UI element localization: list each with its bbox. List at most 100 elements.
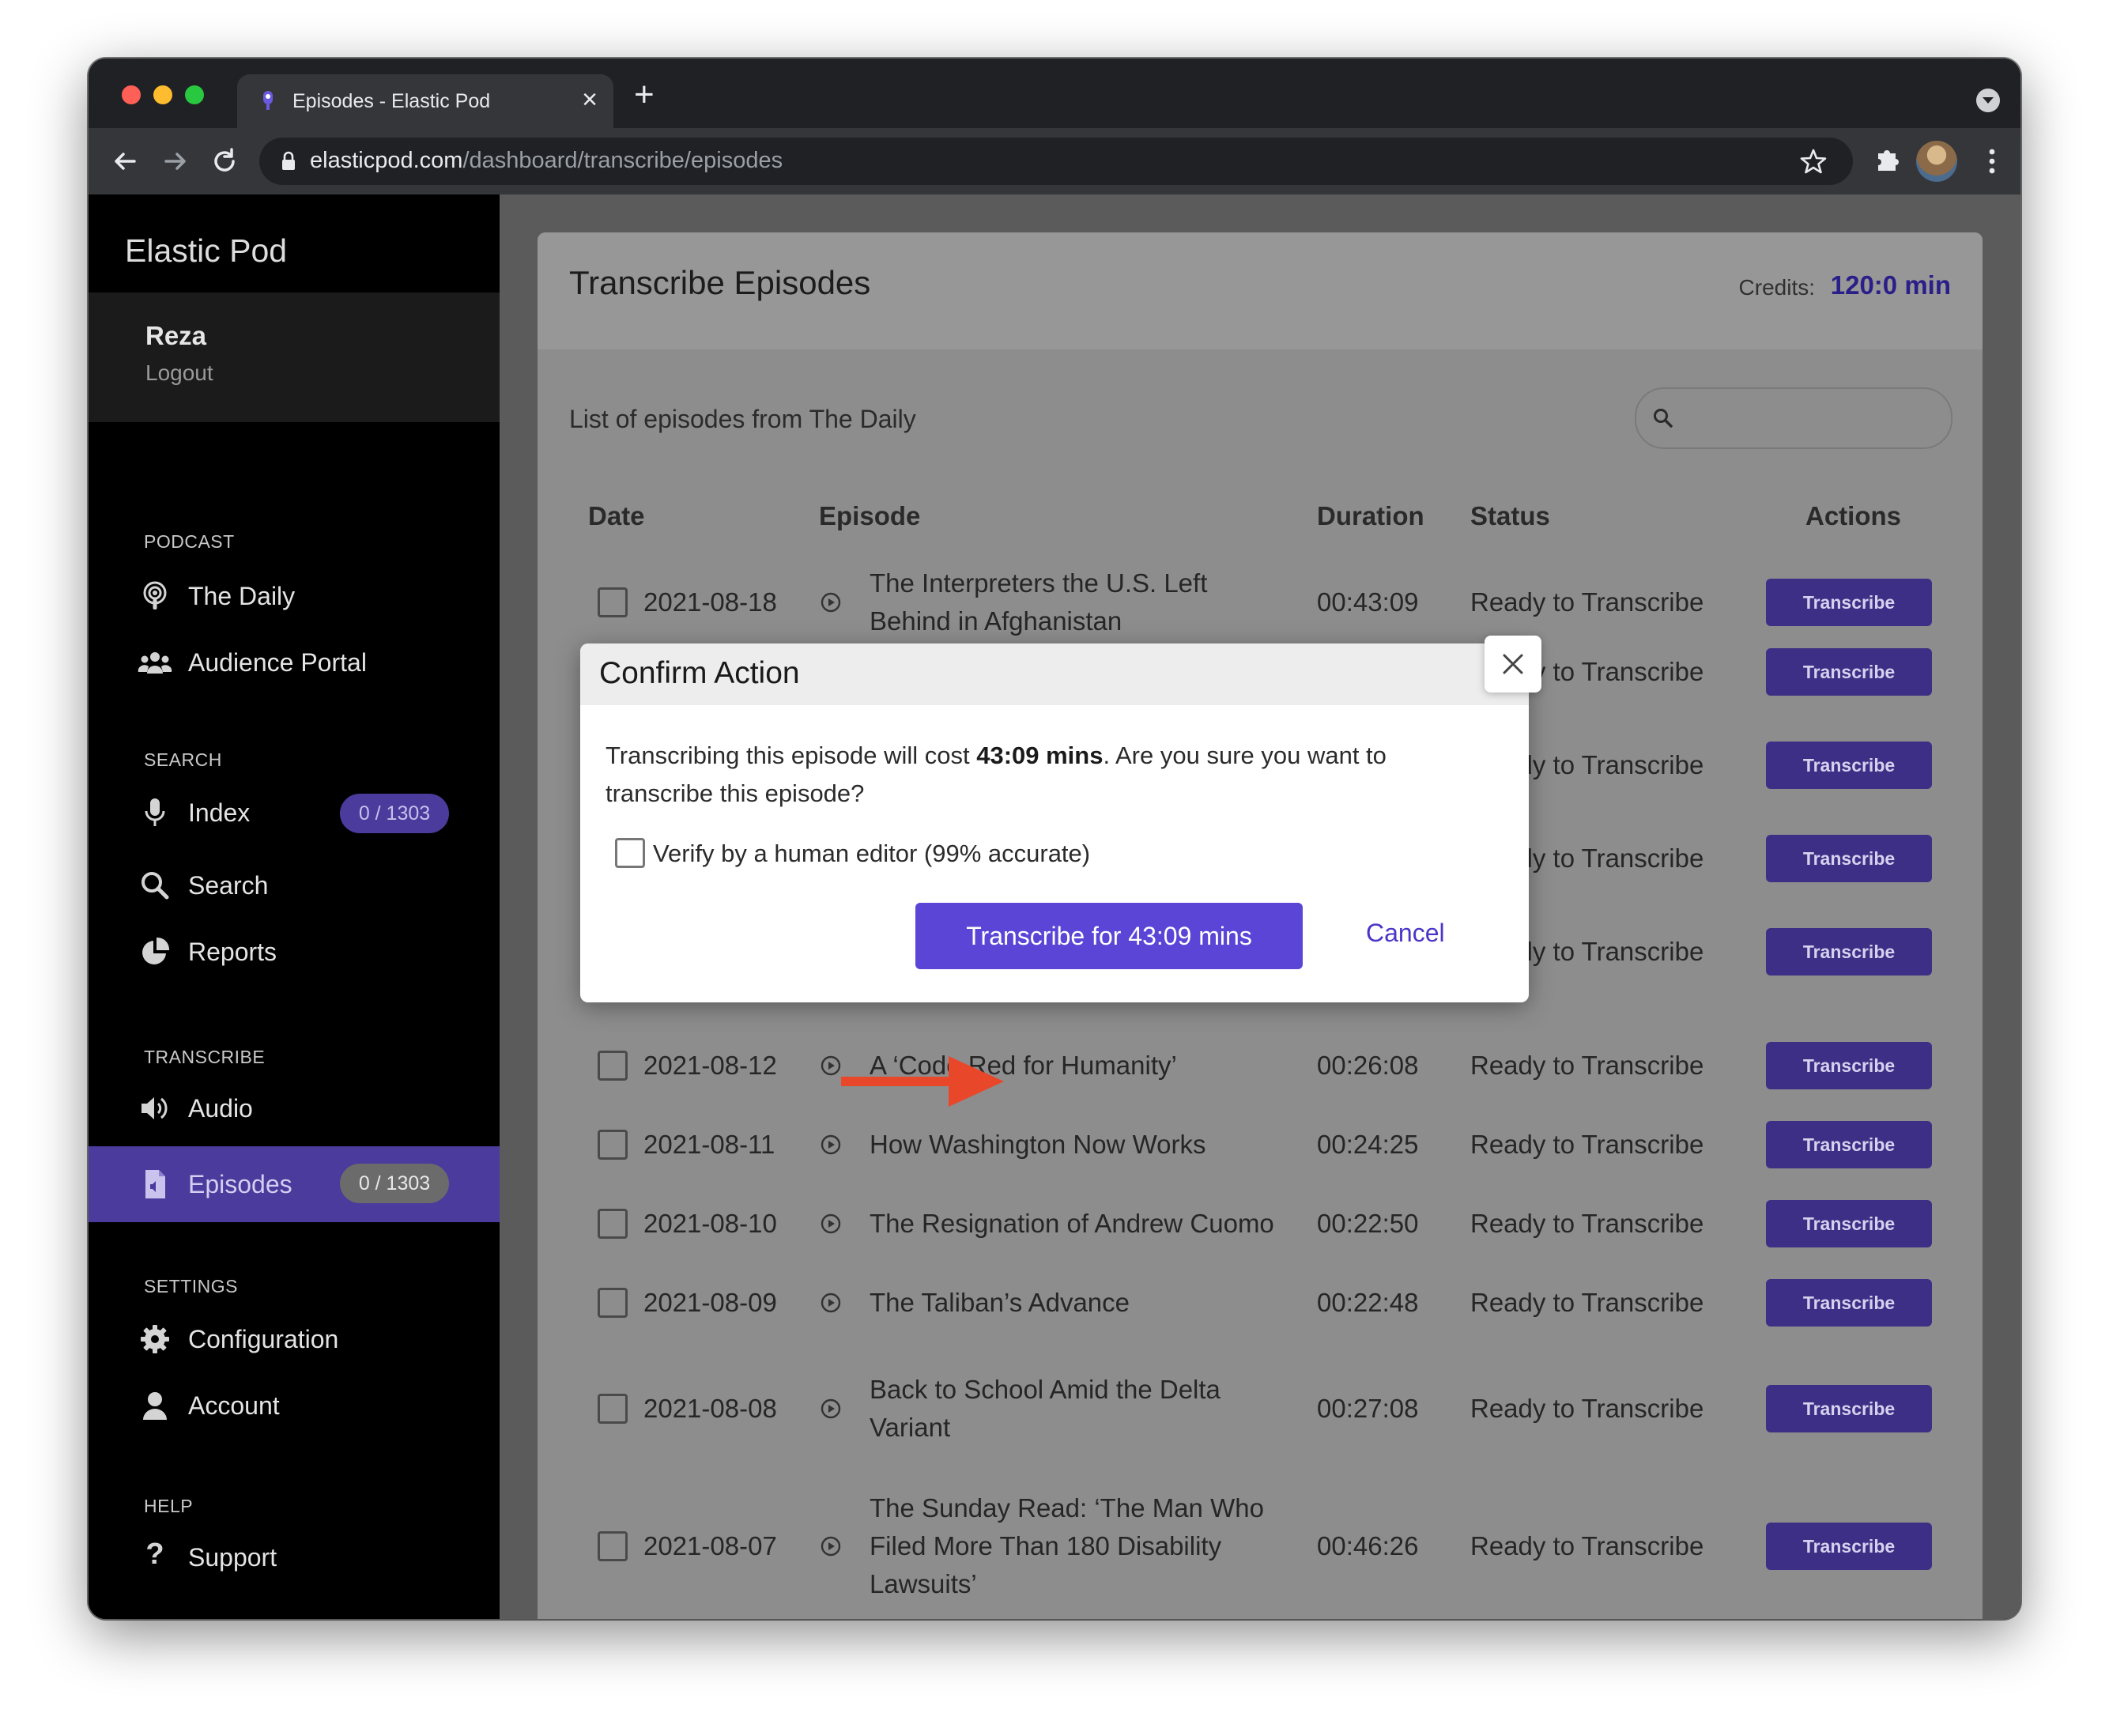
url-path: /dashboard/transcribe/episodes [462, 148, 783, 173]
bookmark-star-icon[interactable] [1799, 147, 1828, 175]
minimize-window-button[interactable] [153, 85, 172, 104]
play-circle-icon[interactable] [821, 1293, 841, 1313]
forward-arrow-icon[interactable] [158, 144, 193, 179]
card-header: Transcribe Episodes Credits: 120:0 min [538, 232, 1983, 349]
row-checkbox[interactable] [598, 1051, 628, 1081]
play-circle-icon[interactable] [821, 1055, 841, 1076]
back-arrow-icon[interactable] [108, 144, 142, 179]
sidebar-item-label: Search [188, 871, 269, 900]
episode-title: Back to School Amid the Delta Variant [870, 1375, 1221, 1442]
transcribe-button[interactable]: Transcribe [1766, 1523, 1932, 1570]
brand-title: Elastic Pod [125, 232, 288, 269]
tab-title: Episodes - Elastic Pod [292, 90, 491, 112]
modal-message: Transcribing this episode will cost 43:0… [606, 737, 1483, 813]
address-bar[interactable]: elasticpod.com/dashboard/transcribe/epis… [259, 138, 1853, 185]
transcribe-button[interactable]: Transcribe [1766, 1200, 1932, 1247]
search-icon [1654, 409, 1673, 428]
tab-search-button[interactable] [1976, 89, 2000, 112]
transcribe-button[interactable]: Transcribe [1766, 579, 1932, 626]
browser-window: Episodes - Elastic Pod × + elasticpod.co [89, 58, 2020, 1619]
transcribe-button[interactable]: Transcribe [1766, 835, 1932, 882]
row-checkbox[interactable] [598, 587, 628, 617]
episode-duration: 00:24:25 [1317, 1130, 1419, 1159]
tab-close-icon[interactable]: × [582, 84, 598, 115]
episode-title: The Sunday Read: ‘The Man Who Filed More… [870, 1493, 1264, 1598]
episode-duration: 00:26:08 [1317, 1051, 1419, 1080]
credits-value: 120:0 min [1830, 270, 1951, 300]
episode-status: Ready to Transcribe [1470, 587, 1704, 617]
sidebar-item-label: Index [188, 798, 251, 827]
sidebar-item-account[interactable]: Account [89, 1379, 500, 1434]
row-checkbox[interactable] [598, 1531, 628, 1561]
episode-status: Ready to Transcribe [1470, 1130, 1704, 1159]
modal-message-cost: 43:09 mins [976, 742, 1104, 769]
confirm-transcribe-button[interactable]: Transcribe for 43:09 mins [915, 903, 1303, 969]
episode-title: The Taliban’s Advance [870, 1288, 1130, 1317]
user-icon [143, 1392, 167, 1420]
new-tab-button[interactable]: + [634, 76, 655, 114]
play-circle-icon[interactable] [821, 1398, 841, 1419]
play-circle-icon[interactable] [821, 1134, 841, 1155]
search-icon [141, 872, 169, 900]
sidebar-item-audio[interactable]: Audio [89, 1081, 500, 1137]
column-header-duration: Duration [1317, 501, 1424, 530]
row-checkbox[interactable] [598, 1209, 628, 1239]
users-icon [138, 652, 172, 674]
user-name: Reza [145, 321, 207, 350]
human-editor-label[interactable]: Verify by a human editor (99% accurate) [653, 840, 1090, 868]
browser-toolbar: elasticpod.com/dashboard/transcribe/epis… [89, 128, 2020, 194]
volume-icon [141, 1097, 168, 1119]
transcribe-button[interactable]: Transcribe [1766, 1042, 1932, 1089]
episode-date: 2021-08-12 [643, 1051, 777, 1080]
sidebar-item-the-daily[interactable]: The Daily [89, 569, 500, 625]
sidebar-item-episodes[interactable]: Episodes 0 / 1303 [89, 1146, 500, 1222]
sidebar-item-label: Episodes [188, 1170, 292, 1198]
episode-duration: 00:27:08 [1317, 1394, 1419, 1423]
reload-icon[interactable] [207, 144, 242, 179]
play-circle-icon[interactable] [821, 1213, 841, 1234]
episode-date: 2021-08-18 [643, 587, 777, 617]
human-editor-checkbox[interactable] [615, 838, 645, 868]
pie-chart-icon [142, 937, 170, 964]
close-window-button[interactable] [122, 85, 141, 104]
sidebar-item-reports[interactable]: Reports [89, 925, 500, 980]
sidebar-item-index[interactable]: Index 0 / 1303 [89, 786, 500, 841]
row-checkbox[interactable] [598, 1394, 628, 1424]
transcribe-button[interactable]: Transcribe [1766, 742, 1932, 789]
row-checkbox[interactable] [598, 1288, 628, 1318]
logout-link[interactable]: Logout [145, 360, 213, 386]
transcribe-button[interactable]: Transcribe [1766, 928, 1932, 976]
modal-header: Confirm Action [580, 643, 1529, 705]
sidebar-item-search[interactable]: Search [89, 859, 500, 914]
episode-title: How Washington Now Works [870, 1130, 1206, 1159]
page-title: Transcribe Episodes [569, 264, 871, 301]
transcribe-button[interactable]: Transcribe [1766, 648, 1932, 696]
episodes-table: Date Episode Duration Status Actions 202… [569, 470, 1949, 1619]
episode-duration: 00:22:48 [1317, 1288, 1419, 1317]
column-header-episode: Episode [819, 501, 921, 530]
episode-status: Ready to Transcribe [1470, 1531, 1704, 1561]
play-circle-icon[interactable] [821, 1536, 841, 1557]
sidebar-item-label: Configuration [188, 1325, 339, 1353]
extensions-puzzle-icon[interactable] [1872, 144, 1903, 175]
episode-status: Ready to Transcribe [1470, 1051, 1704, 1080]
gear-icon [141, 1325, 169, 1353]
maximize-window-button[interactable] [185, 85, 204, 104]
cancel-button[interactable]: Cancel [1366, 919, 1445, 948]
sidebar-item-configuration[interactable]: Configuration [89, 1312, 500, 1368]
section-search: SEARCH [144, 749, 222, 770]
browser-tab[interactable]: Episodes - Elastic Pod × [237, 74, 613, 128]
modal-message-pre: Transcribing this episode will cost [606, 742, 977, 769]
transcribe-button[interactable]: Transcribe [1766, 1385, 1932, 1432]
row-checkbox[interactable] [598, 1130, 628, 1160]
transcribe-button[interactable]: Transcribe [1766, 1121, 1932, 1168]
sidebar-item-audience-portal[interactable]: Audience Portal [89, 636, 500, 691]
transcribe-button[interactable]: Transcribe [1766, 1279, 1932, 1327]
modal-close-button[interactable] [1485, 636, 1541, 693]
profile-avatar[interactable] [1916, 141, 1957, 182]
episode-search-input[interactable] [1635, 387, 1952, 449]
sidebar-item-support[interactable]: ? Support [89, 1530, 500, 1586]
kebab-menu-icon[interactable] [1984, 145, 2000, 177]
close-icon [1503, 654, 1523, 674]
play-circle-icon[interactable] [821, 592, 841, 613]
